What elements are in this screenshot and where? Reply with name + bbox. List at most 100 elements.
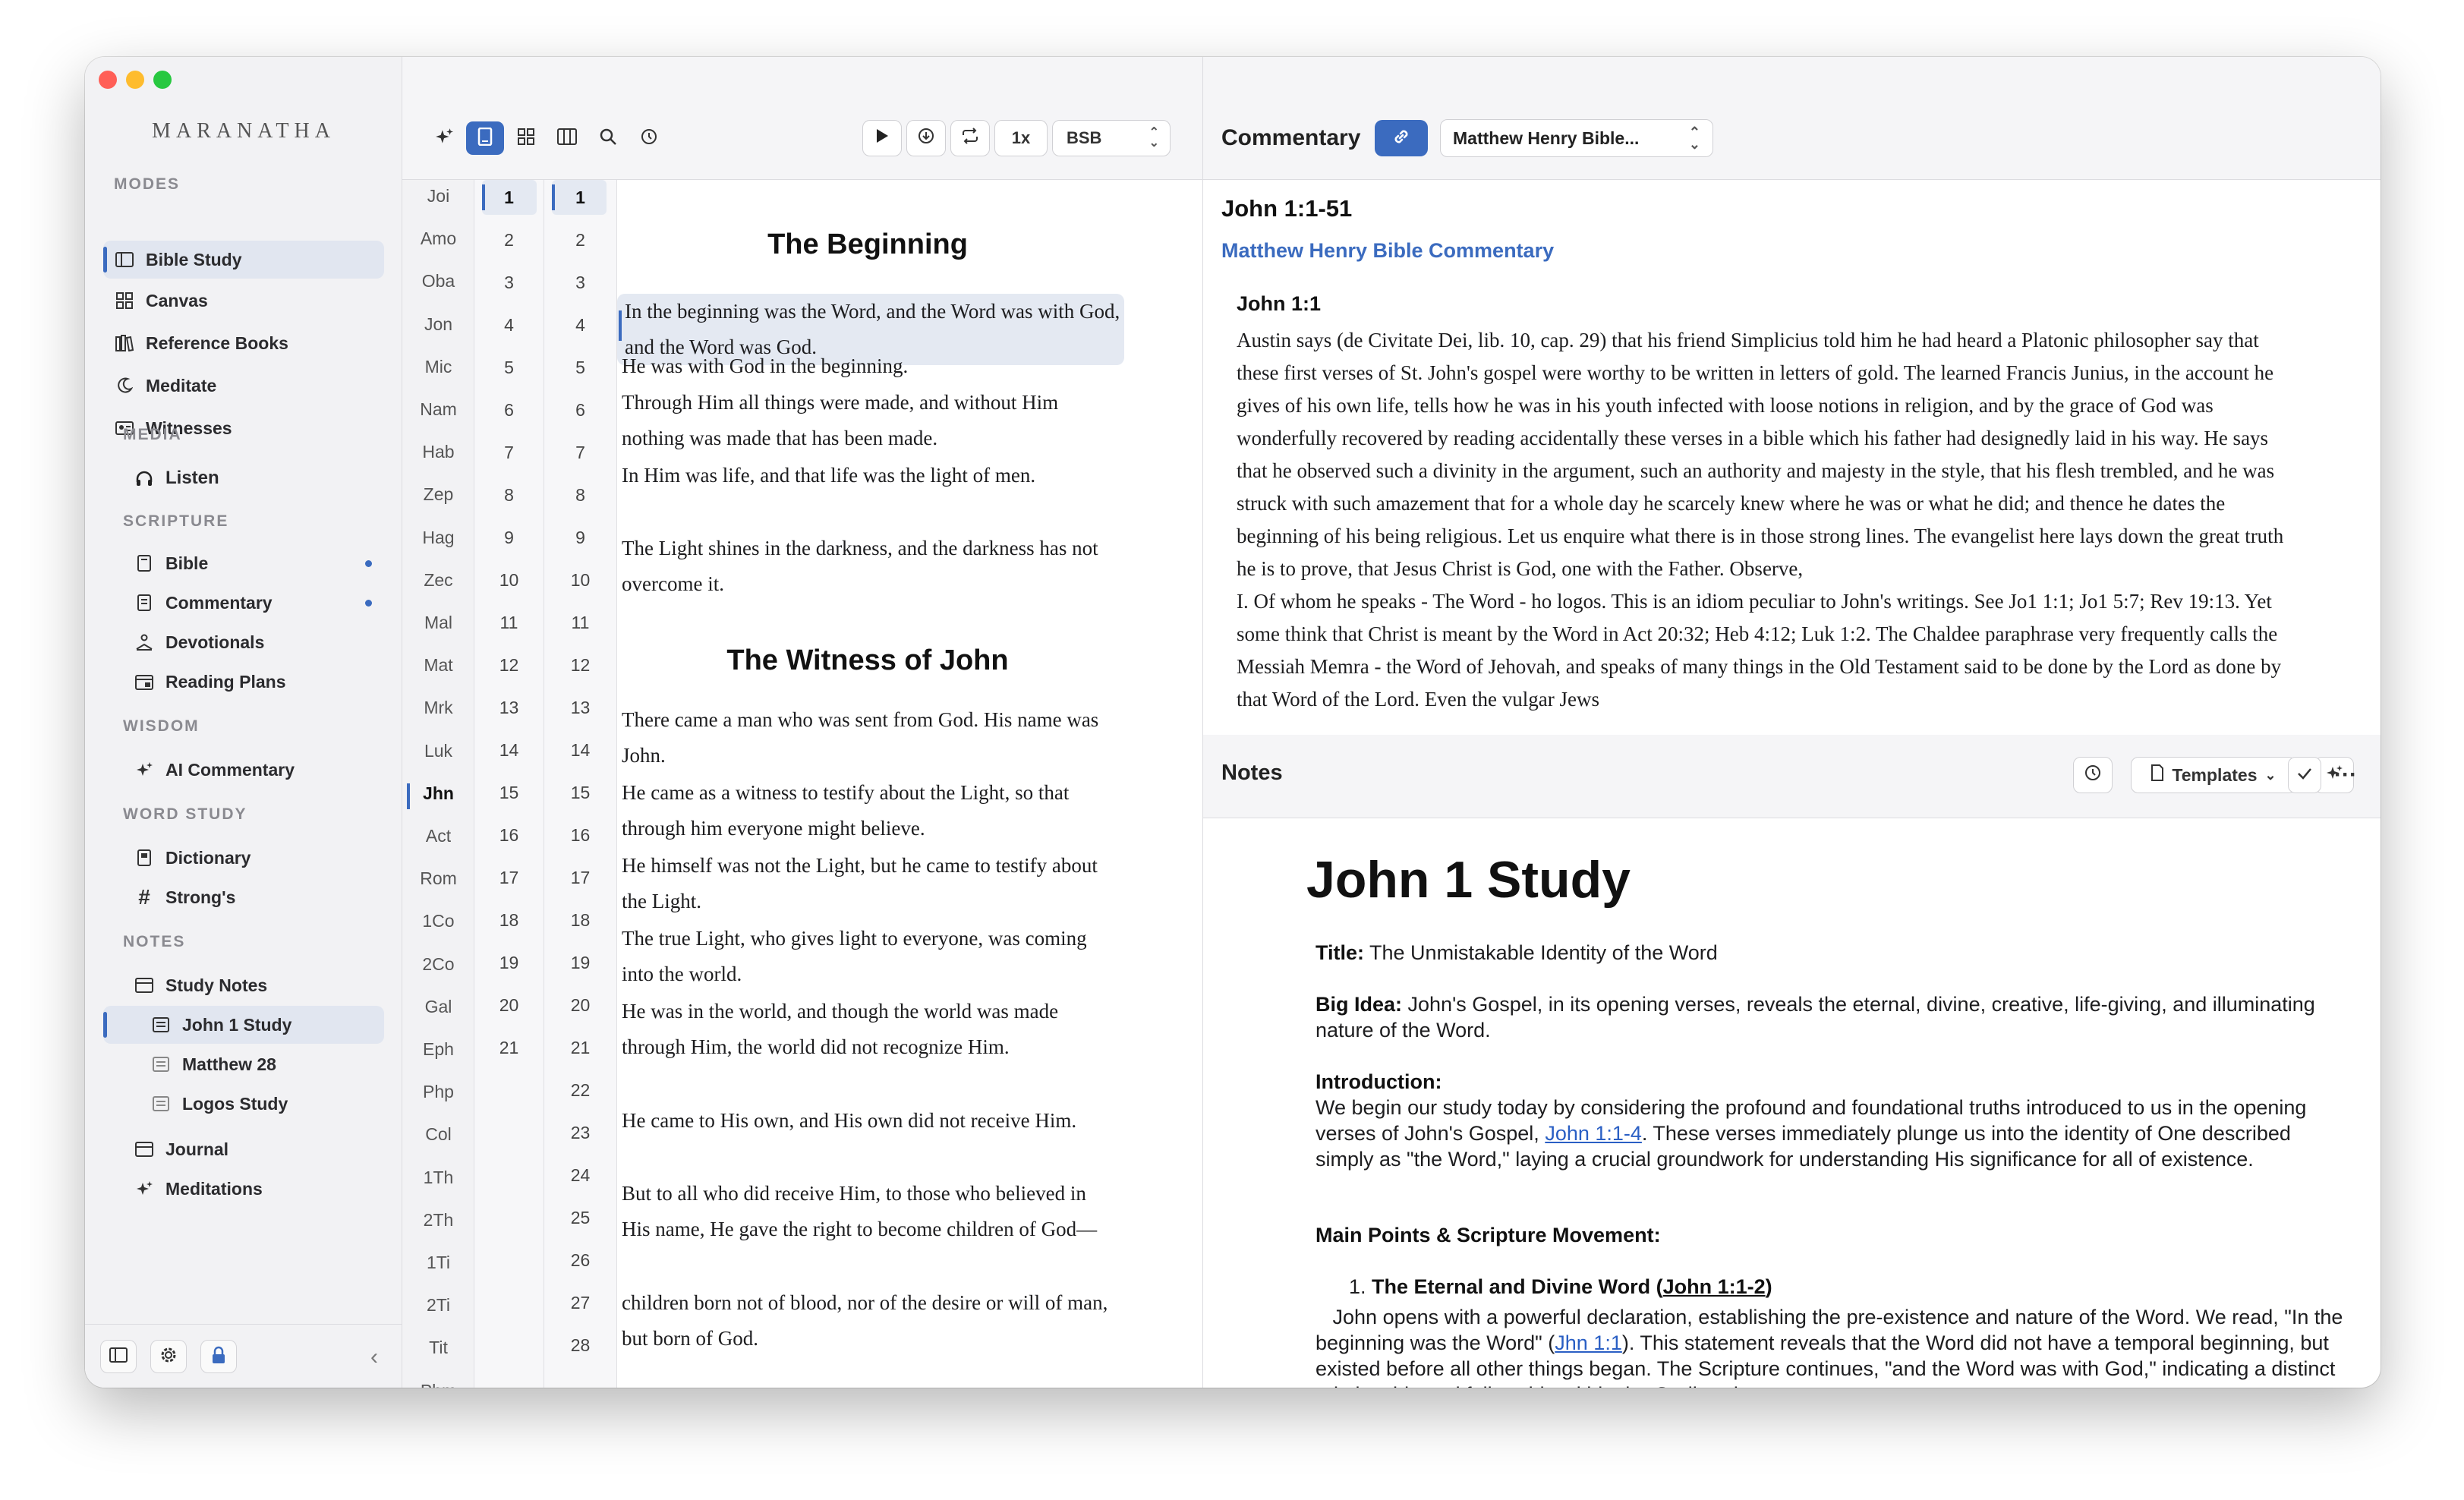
chapter-number[interactable]: 18: [474, 910, 544, 931]
minimize-window-button[interactable]: [126, 71, 144, 89]
verse-number[interactable]: 23: [544, 1123, 616, 1143]
repeat-button[interactable]: [950, 120, 990, 156]
verse-text[interactable]: He himself was not the Light, but he cam…: [622, 848, 1115, 919]
nav-devotionals[interactable]: Devotionals: [123, 623, 384, 661]
nav-commentary[interactable]: Commentary: [123, 584, 384, 622]
verse-text[interactable]: He came as a witness to testify about th…: [622, 775, 1115, 846]
book-item[interactable]: Gal: [402, 997, 474, 1017]
nav-meditations[interactable]: Meditations: [123, 1170, 384, 1208]
nav-ai-commentary[interactable]: AI Commentary: [123, 751, 384, 789]
book-item[interactable]: Php: [402, 1082, 474, 1102]
chapter-number[interactable]: 17: [474, 868, 544, 888]
link-button[interactable]: [1375, 120, 1428, 156]
book-item[interactable]: Col: [402, 1124, 474, 1145]
book-item[interactable]: 1Ti: [402, 1253, 474, 1273]
book-item[interactable]: 2Th: [402, 1210, 474, 1231]
chapter-number[interactable]: 9: [474, 528, 544, 548]
chapter-number[interactable]: 12: [474, 655, 544, 676]
verse-text[interactable]: He came to His own, and His own did not …: [622, 1103, 1115, 1139]
chapter-number[interactable]: 11: [474, 613, 544, 633]
scripture-link[interactable]: Jhn 1:1: [1555, 1331, 1622, 1354]
nav-canvas[interactable]: Canvas: [103, 282, 384, 320]
verse-number[interactable]: 5: [544, 358, 616, 378]
verse-number[interactable]: 18: [544, 910, 616, 931]
save-note-button[interactable]: [2288, 757, 2321, 793]
chapter-number[interactable]: 10: [474, 570, 544, 591]
more-options-icon[interactable]: ···: [2329, 757, 2362, 793]
verse-number[interactable]: 7: [544, 443, 616, 463]
chapter-number[interactable]: 20: [474, 995, 544, 1016]
book-item[interactable]: Tit: [402, 1338, 474, 1358]
verse-number[interactable]: 25: [544, 1208, 616, 1228]
grid-view-button[interactable]: [507, 121, 545, 155]
translation-select[interactable]: BSB ⌃ ⌄: [1052, 120, 1171, 156]
verse-number[interactable]: 1: [544, 188, 616, 208]
nav-listen[interactable]: Listen: [123, 459, 384, 497]
book-item[interactable]: Eph: [402, 1039, 474, 1060]
ai-sparkle-button[interactable]: [425, 121, 463, 155]
book-item[interactable]: Mat: [402, 655, 474, 676]
book-item[interactable]: Zec: [402, 570, 474, 591]
nav-bible[interactable]: Bible: [123, 544, 384, 582]
chapter-number[interactable]: 14: [474, 740, 544, 761]
book-item[interactable]: 2Ti: [402, 1295, 474, 1316]
chapter-number[interactable]: 16: [474, 825, 544, 846]
book-item[interactable]: Rom: [402, 868, 474, 889]
verse-number[interactable]: 14: [544, 740, 616, 761]
chapter-number[interactable]: 19: [474, 953, 544, 973]
verse-number[interactable]: 21: [544, 1038, 616, 1058]
scripture-link[interactable]: John 1:1-2: [1663, 1275, 1766, 1298]
verse-text[interactable]: The true Light, who gives light to every…: [622, 921, 1115, 992]
verse-number[interactable]: 26: [544, 1250, 616, 1271]
book-item[interactable]: Joi: [402, 186, 474, 206]
book-item[interactable]: Mic: [402, 357, 474, 377]
nav-note-logos-study[interactable]: Logos Study: [103, 1085, 384, 1123]
book-item[interactable]: 1Th: [402, 1168, 474, 1188]
chapter-number[interactable]: 21: [474, 1038, 544, 1058]
layout-toggle-button[interactable]: [100, 1340, 137, 1373]
nav-reference-books[interactable]: Reference Books: [103, 324, 384, 362]
zoom-window-button[interactable]: [153, 71, 172, 89]
chapter-number[interactable]: 6: [474, 400, 544, 421]
verse-text[interactable]: But to all who did receive Him, to those…: [622, 1176, 1115, 1247]
book-item[interactable]: Hab: [402, 442, 474, 462]
book-item[interactable]: Zep: [402, 484, 474, 505]
verse-text[interactable]: The Light shines in the darkness, and th…: [622, 531, 1115, 602]
nav-study-notes-folder[interactable]: Study Notes: [123, 966, 384, 1004]
verse-number[interactable]: 27: [544, 1293, 616, 1313]
book-item[interactable]: Hag: [402, 528, 474, 548]
verse-text[interactable]: There came a man who was sent from God. …: [622, 702, 1115, 774]
verse-number[interactable]: 10: [544, 570, 616, 591]
chapter-number[interactable]: 2: [474, 230, 544, 251]
verse-text[interactable]: children born not of blood, nor of the d…: [622, 1285, 1115, 1357]
verse-number[interactable]: 16: [544, 825, 616, 846]
scripture-link[interactable]: John 1:1-4: [1545, 1122, 1642, 1145]
verse-number[interactable]: 4: [544, 315, 616, 336]
book-item[interactable]: Jon: [402, 314, 474, 335]
verse-number[interactable]: 6: [544, 400, 616, 421]
nav-journal[interactable]: Journal: [123, 1130, 384, 1168]
speed-button[interactable]: 1x: [994, 120, 1048, 156]
close-window-button[interactable]: [99, 71, 117, 89]
collapse-sidebar-icon[interactable]: ‹: [370, 1344, 378, 1370]
chapter-number[interactable]: 13: [474, 698, 544, 718]
lock-button[interactable]: [200, 1340, 237, 1373]
nav-note-john-1-study[interactable]: John 1 Study: [103, 1006, 384, 1044]
verse-number[interactable]: 24: [544, 1165, 616, 1186]
verse-number[interactable]: 22: [544, 1080, 616, 1101]
nav-meditate[interactable]: Meditate: [103, 367, 384, 405]
download-button[interactable]: [906, 120, 946, 156]
chapter-number[interactable]: 8: [474, 485, 544, 506]
book-item[interactable]: 2Co: [402, 954, 474, 975]
verse-number[interactable]: 28: [544, 1335, 616, 1356]
search-button[interactable]: [589, 121, 627, 155]
book-item[interactable]: Act: [402, 826, 474, 846]
history-button[interactable]: [630, 121, 668, 155]
settings-button[interactable]: [150, 1340, 187, 1373]
columns-view-button[interactable]: [548, 121, 586, 155]
verse-number[interactable]: 20: [544, 995, 616, 1016]
verse-text[interactable]: He was in the world, and though the worl…: [622, 994, 1115, 1065]
verse-number[interactable]: 8: [544, 485, 616, 506]
commentary-source-select[interactable]: Matthew Henry Bible... ⌃ ⌄: [1440, 119, 1713, 157]
verse-text[interactable]: In Him was life, and that life was the l…: [622, 458, 1115, 493]
